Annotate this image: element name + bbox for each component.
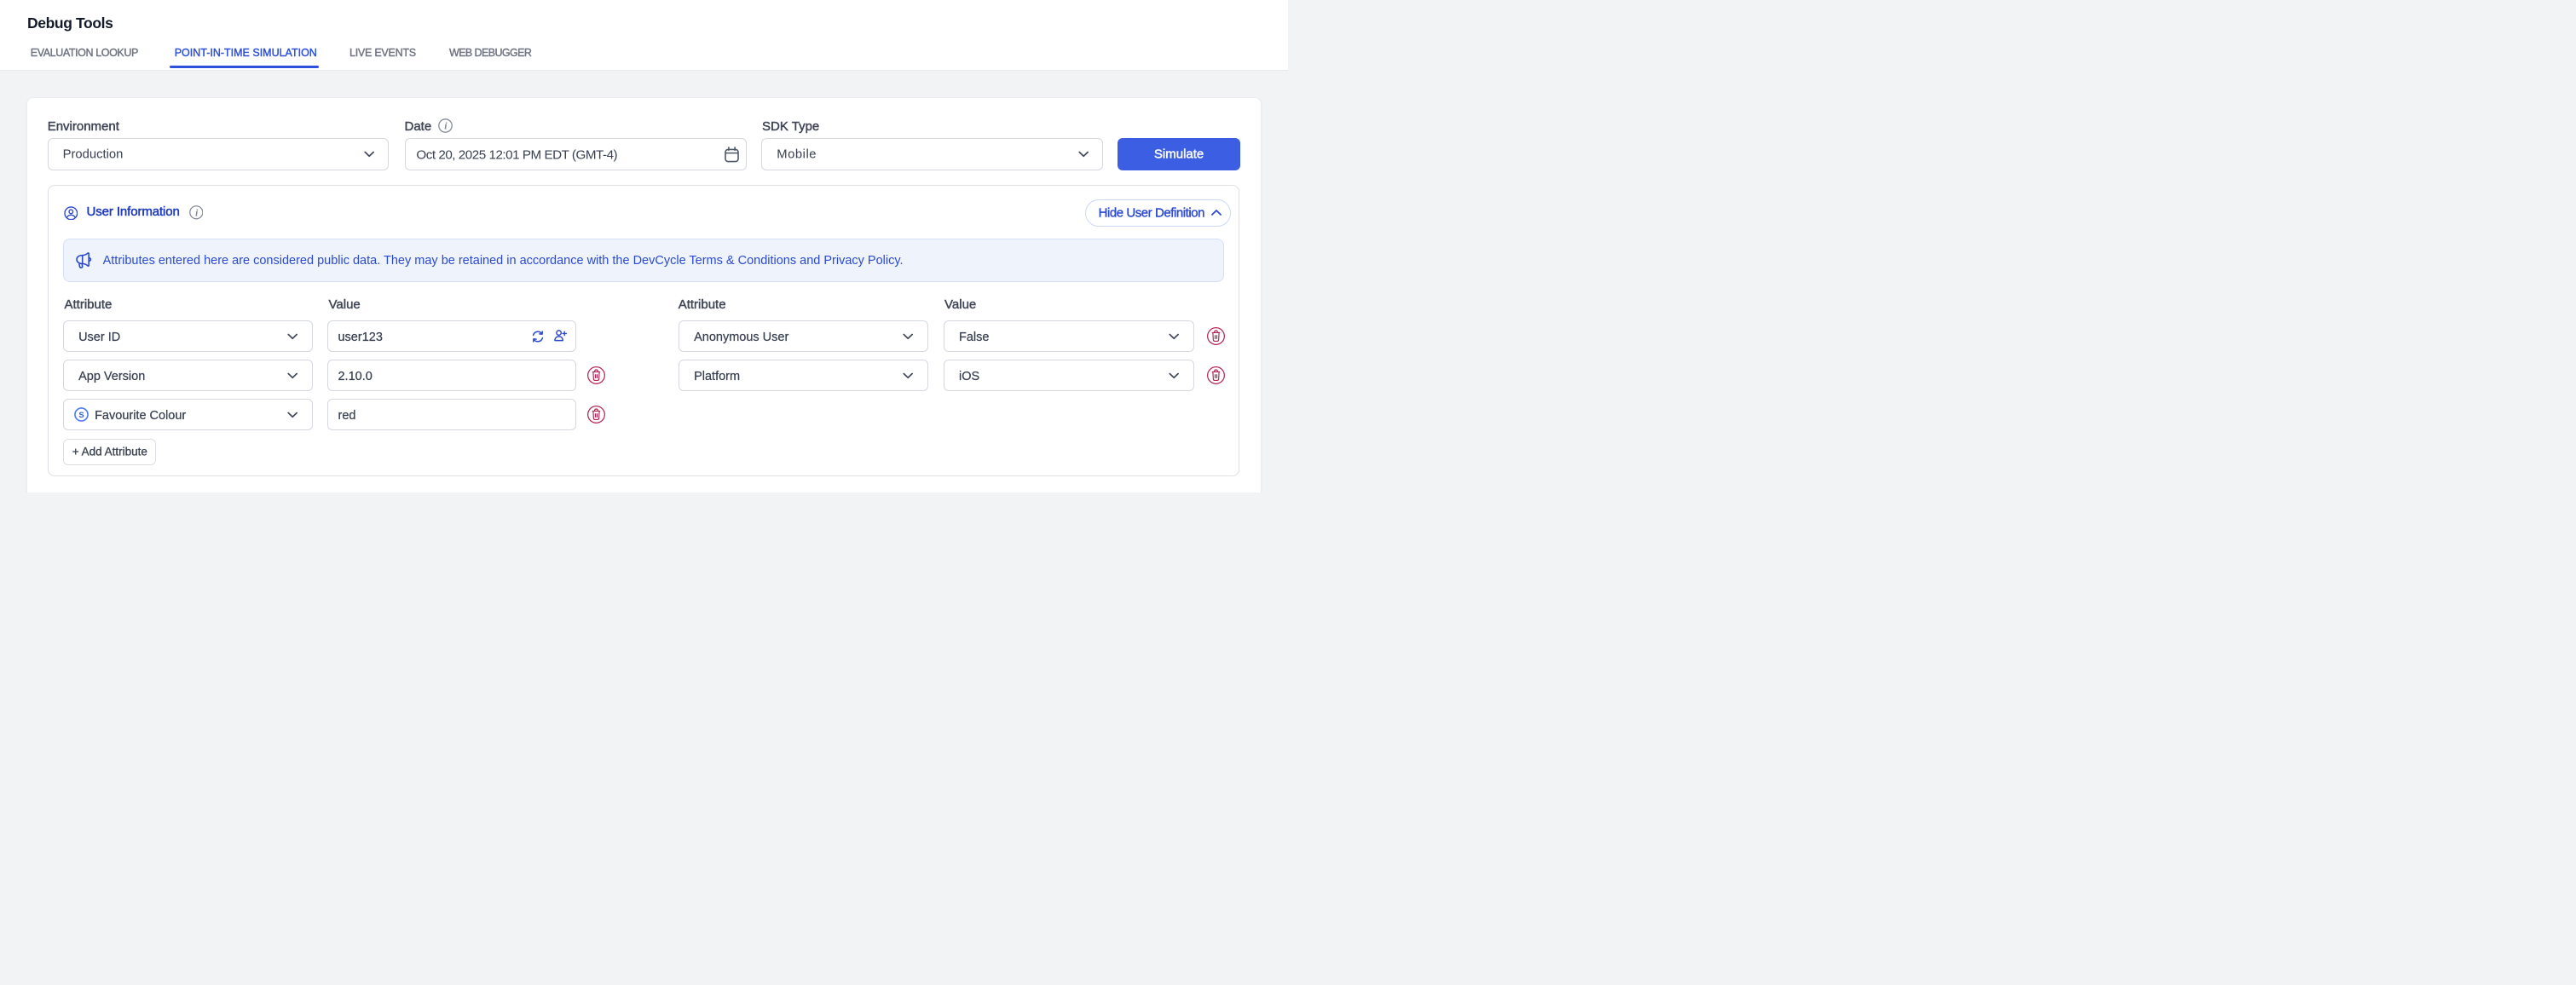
svg-text:i: i — [195, 209, 199, 219]
svg-text:i: i — [444, 122, 448, 132]
svg-text:S: S — [79, 411, 84, 420]
